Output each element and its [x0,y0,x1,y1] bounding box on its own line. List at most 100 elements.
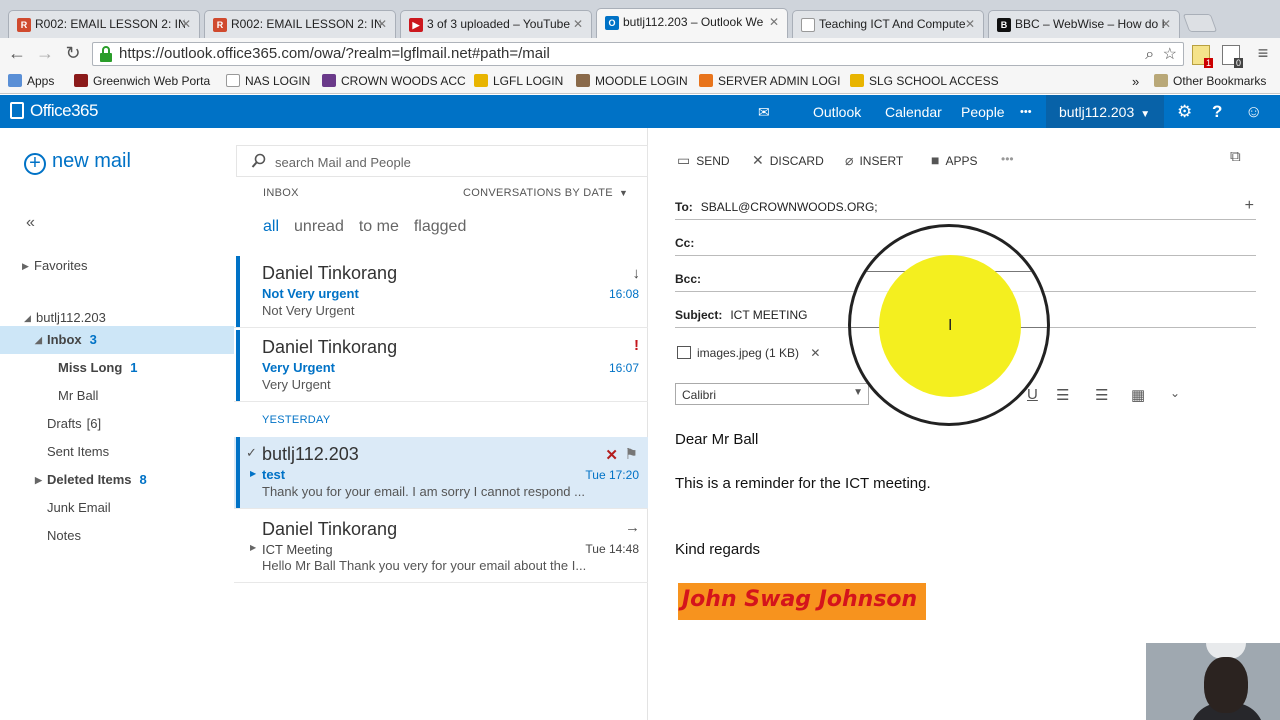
browser-tab[interactable]: Teaching ICT And Compute ✕ [792,10,984,38]
discard-button[interactable]: ✕ DISCARD [752,152,824,169]
close-icon[interactable]: ✕ [769,15,779,29]
message-item[interactable]: Daniel Tinkorang ▶ ICT Meeting Hello Mr … [234,511,648,583]
expand-icon[interactable]: ▶ [250,543,256,552]
underline-icon[interactable]: U [1027,386,1038,403]
zoom-icon[interactable]: ⌕ [1145,46,1154,63]
gear-icon[interactable]: ⚙ [1177,102,1192,122]
browser-tab[interactable]: B BBC – WebWise – How do I ✕ [988,10,1180,38]
apps-button[interactable]: ■ APPS [931,152,977,168]
folder-drafts[interactable]: Drafts [6] [0,410,234,438]
bookmark[interactable]: Greenwich Web Porta [74,74,210,88]
browser-tab[interactable]: R R002: EMAIL LESSON 2: INT ✕ [204,10,396,38]
filter-unread[interactable]: unread [294,218,344,235]
nav-outlook[interactable]: Outlook [813,104,861,120]
more-icon[interactable]: ••• [1001,152,1014,166]
add-recipient-icon[interactable]: + [1245,197,1254,215]
body-greeting[interactable]: Dear Mr Ball [675,431,758,448]
bookmarks-overflow[interactable]: » [1132,74,1139,89]
o365-logo[interactable]: Office365 [10,101,98,121]
bookmark-apps[interactable]: Apps [8,74,54,88]
folder-deleted-items[interactable]: ▶ Deleted Items 8 [0,466,234,494]
folder-notes[interactable]: Notes [0,522,234,550]
folder-sent-items[interactable]: Sent Items [0,438,234,466]
attachment[interactable]: images.jpeg (1 KB) ✕ [677,346,820,360]
folder-pane: + new mail « ▶ Favorites ◢ butlj112.203 ◢ In… [0,128,234,720]
message-item[interactable]: Daniel Tinkorang Very Urgent Very Urgent… [234,330,648,402]
bookmark-icon [576,74,590,87]
to-field[interactable]: To: SBALL@CROWNWOODS.ORG; + [675,197,1256,220]
browser-tab-active[interactable]: O butlj112.203 – Outlook We ✕ [596,8,788,38]
delete-icon[interactable]: ✕ [605,446,618,464]
insert-label: INSERT [859,154,904,168]
bookmark-icon [322,74,336,87]
reload-icon[interactable]: ↻ [62,43,84,64]
message-item-selected[interactable]: ✓ butlj112.203 ▶ test Thank you for your… [234,437,648,509]
more-formatting-icon[interactable]: ⌄ [1170,386,1180,400]
address-bar[interactable]: https://outlook.office365.com/owa/?realm… [92,42,1184,66]
filter-flagged[interactable]: flagged [414,218,467,235]
favorites-header[interactable]: ▶ Favorites [0,252,234,280]
bullet-list-icon[interactable]: ☰ [1056,386,1069,404]
expand-icon[interactable]: ▶ [250,469,256,478]
help-icon[interactable]: ? [1212,102,1222,122]
flag-icon[interactable]: ⚑ [625,445,638,463]
filter-to-me[interactable]: to me [359,218,399,235]
insert-button[interactable]: ⌀ INSERT [845,152,903,169]
numbered-list-icon[interactable]: ☰ [1095,386,1108,404]
send-button[interactable]: ▭ SEND [677,152,730,169]
to-recipient[interactable]: SBALL@CROWNWOODS.ORG; [701,200,878,214]
tab-title: BBC – WebWise – How do I [1015,17,1165,31]
more-icon[interactable]: ••• [1020,106,1032,118]
close-icon[interactable]: ✕ [1161,17,1171,31]
bookmark[interactable]: SLG SCHOOL ACCESS [850,74,999,88]
check-icon[interactable]: ✓ [246,445,257,461]
folder-label: Junk Email [47,500,111,515]
collapse-pane-icon[interactable]: « [26,214,35,232]
smiley-icon[interactable]: ☺ [1245,102,1262,122]
mail-icon[interactable]: ✉ [758,104,770,121]
folder-inbox[interactable]: ◢ Inbox 3 [0,326,234,354]
nav-calendar[interactable]: Calendar [885,104,942,120]
subject-label: Subject: [675,308,723,322]
forward-icon[interactable]: → [34,43,56,64]
body-line[interactable]: This is a reminder for the ICT meeting. [675,475,931,492]
user-menu[interactable]: butlj112.203 ▼ [1046,95,1164,128]
filter-all[interactable]: all [263,218,279,235]
remove-attachment-icon[interactable]: ✕ [810,346,820,360]
browser-tab[interactable]: R R002: EMAIL LESSON 2: INT ✕ [8,10,200,38]
folder-miss-long[interactable]: Miss Long 1 [0,354,234,382]
bookmark[interactable]: SERVER ADMIN LOGI [699,74,840,88]
close-icon[interactable]: ✕ [181,17,191,31]
unread-count: 8 [139,472,147,487]
close-icon[interactable]: ✕ [377,17,387,31]
table-icon[interactable]: ▦ [1131,386,1145,404]
menu-icon[interactable]: ≡ [1252,43,1274,64]
bookmark[interactable]: CROWN WOODS ACC [322,74,466,88]
font-select[interactable]: Calibri ▼ [675,383,869,405]
bookmark-icon [474,74,488,87]
back-icon[interactable]: ← [6,43,28,64]
bookmark[interactable]: LGFL LOGIN [474,74,563,88]
popout-icon[interactable]: ⧉ [1230,148,1241,165]
folder-mr-ball[interactable]: Mr Ball [0,382,234,410]
star-icon[interactable]: ☆ [1163,46,1177,63]
new-mail-button[interactable]: + new mail [24,150,131,175]
new-tab-button[interactable] [1182,14,1218,32]
folder-junk-email[interactable]: Junk Email [0,494,234,522]
other-bookmarks[interactable]: Other Bookmarks [1154,74,1266,88]
bookmark[interactable]: MOODLE LOGIN [576,74,688,88]
close-icon[interactable]: ✕ [573,17,583,31]
browser-tab[interactable]: ▶ 3 of 3 uploaded – YouTube ✕ [400,10,592,38]
nav-people[interactable]: People [961,104,1005,120]
extension-icon[interactable]: 1 [1192,45,1213,68]
message-item[interactable]: Daniel Tinkorang Not Very urgent Not Ver… [234,256,648,328]
sort-dropdown[interactable]: CONVERSATIONS BY DATE ▼ [463,187,628,199]
bookmark[interactable]: NAS LOGIN [226,74,310,88]
close-icon[interactable]: ✕ [965,17,975,31]
list-folder-label: INBOX [263,187,299,199]
body-closing[interactable]: Kind regards [675,541,760,558]
account-label: butlj112.203 [36,310,106,325]
subject-value[interactable]: ICT MEETING [730,308,807,322]
calendar-extension-icon[interactable]: 0 [1222,45,1243,68]
search-input[interactable]: search Mail and People [236,145,648,177]
